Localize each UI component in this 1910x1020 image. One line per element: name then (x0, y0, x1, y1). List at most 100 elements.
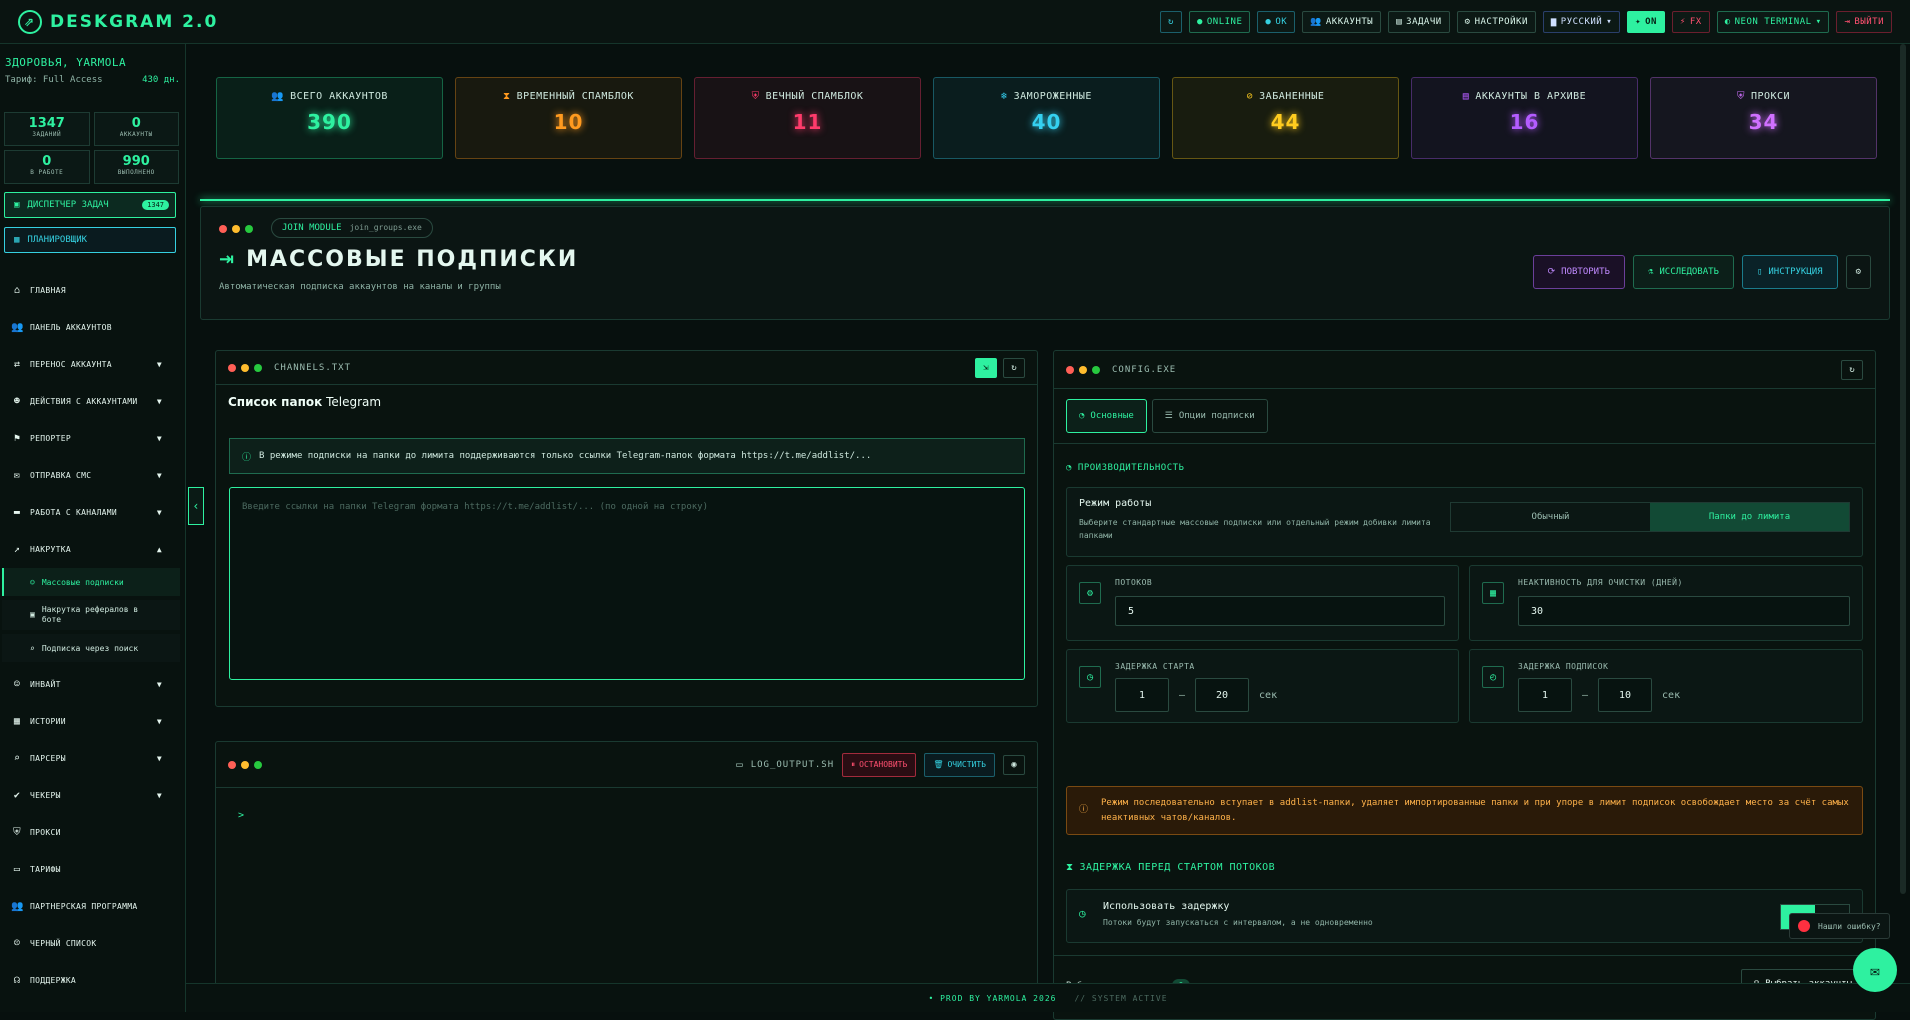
stop-button[interactable]: ⏸ ОСТАНОВИТЬ (842, 752, 917, 777)
sub-delay-from-input[interactable]: 1 (1518, 678, 1572, 712)
nav-sms[interactable]: ✉ ОТПРАВКА СМС ▼ (0, 457, 186, 494)
stat-card-value: 11 (792, 110, 823, 134)
nav-proxy[interactable]: ⛨ ПРОКСИ (0, 814, 186, 851)
hourglass-icon: ⧗ (1066, 862, 1074, 873)
nav-partner[interactable]: 👥 ПАРТНЕРСКАЯ ПРОГРАММА (0, 888, 186, 925)
start-delay-to-input[interactable]: 20 (1195, 678, 1250, 712)
tab-subscription-options[interactable]: ☰ Опции подписки (1151, 399, 1268, 433)
stat-card-value: 10 (553, 110, 584, 134)
sub-search-subscribe[interactable]: ⌕ Подписка через поиск (2, 634, 180, 662)
nav-support[interactable]: ☊ ПОДДЕРЖКА (0, 962, 186, 999)
chat-button[interactable]: ✉ (1853, 948, 1897, 992)
log-visibility-button[interactable]: ◉ (1003, 754, 1025, 775)
nav-reporter[interactable]: ⚑ РЕПОРТЕР ▼ (0, 420, 186, 457)
config-refresh-button[interactable]: ↻ (1841, 359, 1863, 380)
chevron-down-icon: ▼ (156, 397, 162, 406)
top-bar: ⇗ DESKGRAM 2.0 ↻ ● ONLINE ● OK 👥 АККАУНТЫ ▤… (0, 0, 1910, 44)
start-delay-from-input[interactable]: 1 (1115, 678, 1169, 712)
accounts-button[interactable]: 👥 АККАУНТЫ (1302, 11, 1382, 33)
header-actions: ⟳ ПОВТОРИТЬ ⚗ ИССЛЕДОВАТЬ ▯ ИНСТРУКЦИЯ ⚙ (1532, 255, 1871, 289)
explore-button[interactable]: ⚗ ИССЛЕДОВАТЬ (1632, 255, 1734, 289)
stat-card[interactable]: ⊘ ЗАБАНЕННЫЕ 44 (1172, 77, 1399, 159)
cpu-icon: ⚙ (1079, 582, 1101, 604)
nav-checkers[interactable]: ✔ ЧЕКЕРЫ ▼ (0, 777, 186, 814)
palette-icon: ◐ (1724, 17, 1731, 27)
window-dots (1066, 365, 1100, 374)
app-logo[interactable]: ⇗ DESKGRAM 2.0 (0, 9, 218, 34)
hourglass-icon: ⧗ (503, 91, 511, 102)
channels-refresh-button[interactable]: ↻ (1003, 357, 1025, 378)
repeat-button[interactable]: ⟳ ПОВТОРИТЬ (1532, 255, 1625, 289)
threads-input[interactable]: 5 (1115, 596, 1445, 626)
theme-select[interactable]: ◐ NEON TERMINAL ▾ (1716, 11, 1830, 33)
eye-icon: ◉ (1011, 759, 1017, 770)
planner-button[interactable]: ▦ ПЛАНИРОВЩИК (4, 227, 176, 253)
repeat-icon: ⟳ (1547, 267, 1556, 277)
fx-button[interactable]: ⚡ FX (1671, 11, 1710, 33)
plan-label: Тариф: Full Access (5, 75, 103, 85)
nav-home[interactable]: ⌂ ГЛАВНАЯ (0, 272, 186, 309)
start-delay-box: ◷ ЗАДЕРЖКА СТАРТА 1 — 20 сек (1066, 649, 1459, 723)
mode-normal-option[interactable]: Обычный (1451, 503, 1650, 531)
sub-mass-subscriptions[interactable]: ☺ Массовые подписки (2, 568, 180, 596)
sub-delay-range: 1 — 10 сек (1518, 678, 1680, 712)
warning-icon: ⓘ (1079, 805, 1089, 815)
nav-invite[interactable]: ☺ ИНВАЙТ ▼ (0, 666, 186, 703)
task-manager-button[interactable]: ▣ ДИСПЕТЧЕР ЗАДАЧ 1347 (4, 192, 176, 218)
tab-main[interactable]: ◔ Основные (1066, 399, 1147, 433)
stat-card[interactable]: ▤ АККАУНТЫ В АРХИВЕ 16 (1411, 77, 1638, 159)
nav-tariffs[interactable]: ▭ ТАРИФЫ (0, 851, 186, 888)
settings-button[interactable]: ⚙ НАСТРОЙКИ (1456, 11, 1536, 33)
nav-channels[interactable]: ▬ РАБОТА С КАНАЛАМИ ▼ (0, 494, 186, 531)
clear-button[interactable]: 🗑 ОЧИСТИТЬ (924, 752, 995, 777)
status-dot-icon: ● (1265, 17, 1272, 27)
header-settings-button[interactable]: ⚙ (1845, 255, 1871, 289)
refresh-button[interactable]: ↻ (1160, 11, 1182, 33)
import-button[interactable]: ⇲ (975, 357, 997, 378)
channels-textarea[interactable]: Введите ссылки на папки Telegram формата… (229, 487, 1025, 680)
sub-delay-to-input[interactable]: 10 (1598, 678, 1653, 712)
chevron-left-icon: ‹ (192, 499, 200, 513)
stat-card-title: ВСЕГО АККАУНТОВ (290, 91, 388, 102)
instruction-button[interactable]: ▯ ИНСТРУКЦИЯ (1741, 255, 1838, 289)
nav-accounts-panel[interactable]: 👥 ПАНЕЛЬ АККАУНТОВ (0, 309, 186, 346)
mode-folders-option[interactable]: Папки до лимита (1650, 503, 1849, 531)
stat-card[interactable]: ⧗ ВРЕМЕННЫЙ СПАМБЛОК 10 (455, 77, 682, 159)
page-scrollbar[interactable] (1900, 44, 1906, 894)
channels-panel: CHANNELS.TXT ⇲ ↻ Список папок Telegram ⓘ… (215, 350, 1038, 707)
nav-boost[interactable]: ↗ НАКРУТКА ▲ (0, 531, 186, 568)
sidebar: ЗДОРОВЬЯ, YARMOLA Тариф: Full Access 430… (0, 44, 186, 1012)
nav-blacklist[interactable]: ☹ ЧЕРНЫЙ СПИСОК (0, 925, 186, 962)
stat-card[interactable]: ⛨ ПРОКСИ 34 (1650, 77, 1877, 159)
config-tabs: ◔ Основные ☰ Опции подписки (1066, 399, 1268, 433)
info-icon: ⓘ (242, 452, 252, 463)
logout-button[interactable]: ⇥ ВЫЙТИ (1836, 11, 1892, 33)
refresh-icon: ↻ (1849, 364, 1855, 375)
calendar-x-icon: ▦ (1482, 582, 1504, 604)
gear-icon: ⚙ (1464, 17, 1471, 27)
user-transfer-icon: ⇄ (13, 359, 21, 370)
tasks-button[interactable]: ▤ ЗАДАЧИ (1388, 11, 1450, 33)
nav-stories[interactable]: ▦ ИСТОРИИ ▼ (0, 703, 186, 740)
nav-parsers[interactable]: ⌕ ПАРСЕРЫ ▼ (0, 740, 186, 777)
mode-description: Выберите стандартные массовые подписки и… (1079, 518, 1431, 540)
logo-icon: ⇗ (18, 9, 42, 34)
user-block-icon: ☹ (13, 938, 21, 949)
ok-status: ● OK (1257, 11, 1296, 33)
report-bug-button[interactable]: Нашли ошибку? (1789, 913, 1890, 939)
window-dots (228, 760, 262, 769)
sidebar-collapse-button[interactable]: ‹ (188, 487, 204, 525)
nav-transfer[interactable]: ⇄ ПЕРЕНОС АККАУНТА ▼ (0, 346, 186, 383)
stat-card[interactable]: ❄ ЗАМОРОЖЕННЫЕ 40 (933, 77, 1160, 159)
stat-done: 990 ВЫПОЛНЕНО (93, 150, 179, 184)
nav-actions[interactable]: ☻ ДЕЙСТВИЯ С АККАУНТАМИ ▼ (0, 383, 186, 420)
stat-card[interactable]: ⛨ ВЕЧНЫЙ СПАМБЛОК 11 (694, 77, 921, 159)
message-icon: ✉ (13, 470, 21, 481)
sub-referral-boost[interactable]: ▣ Накрутка рефералов в боте (2, 600, 180, 630)
effects-on-toggle[interactable]: ✦ ON (1627, 11, 1665, 33)
clock-icon: ◷ (1079, 907, 1086, 920)
language-select[interactable]: ▆ РУССКИЙ ▾ (1542, 11, 1621, 33)
inactive-days-input[interactable]: 30 (1518, 596, 1850, 626)
log-actions: ▭ LOG_OUTPUT.SH ⏸ ОСТАНОВИТЬ 🗑 ОЧИСТИТЬ ◉ (736, 752, 1025, 777)
stat-card[interactable]: 👥 ВСЕГО АККАУНТОВ 390 (216, 77, 443, 159)
